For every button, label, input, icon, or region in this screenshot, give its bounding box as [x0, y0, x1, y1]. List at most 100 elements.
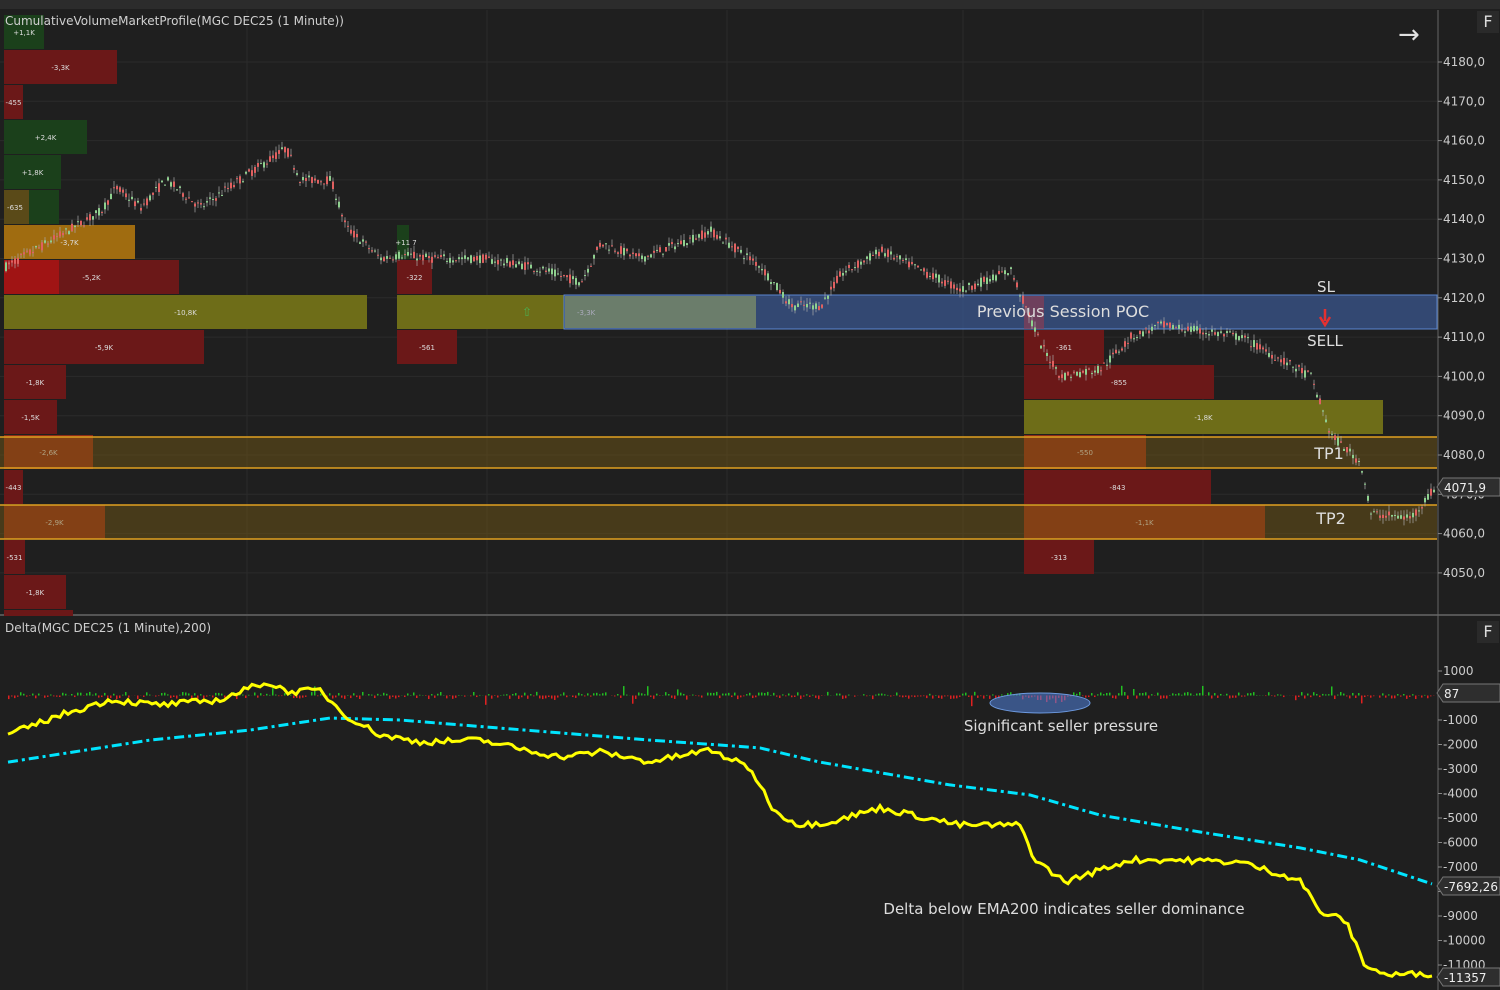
- candle-body: [1082, 370, 1084, 373]
- profile-left-row-label: -1,8K: [26, 589, 45, 597]
- candle-body: [449, 257, 451, 263]
- candle-body: [1427, 493, 1429, 500]
- delta-bar: [476, 695, 478, 698]
- delta-bar: [299, 695, 301, 699]
- candle-body: [686, 243, 688, 246]
- arrow-right-icon[interactable]: →: [1398, 20, 1420, 50]
- candle-body: [23, 252, 25, 255]
- price-pane-f-button[interactable]: F: [1477, 11, 1499, 33]
- price-axes[interactable]: 4180,0 4170,0 4160,0 4150,0 4140,0 4130,0 4120…: [1436, 10, 1500, 990]
- chart-canvas[interactable]: +1,1K -3,3K -455 +2,4K +1,8K -3,7K -5,2K -10,8K…: [0, 0, 1500, 990]
- delta-bar: [1307, 693, 1309, 696]
- candle-body: [791, 304, 793, 308]
- delta-bar: [842, 695, 844, 699]
- delta-pane-f-button[interactable]: F: [1477, 621, 1499, 643]
- delta-bar: [86, 693, 88, 696]
- candle-body: [1199, 328, 1201, 334]
- delta-bar: [1091, 693, 1093, 696]
- candle-body: [833, 281, 835, 289]
- candle-body: [785, 301, 787, 304]
- candle-body: [188, 197, 190, 199]
- candle-body: [1226, 331, 1228, 334]
- candle-body: [515, 264, 517, 268]
- delta-bar: [719, 695, 721, 699]
- delta-bar: [977, 695, 979, 698]
- delta-bar: [971, 695, 973, 707]
- candle-body: [1058, 375, 1060, 378]
- candle-body: [704, 232, 706, 238]
- candle-body: [86, 217, 88, 220]
- delta-bar: [1211, 695, 1213, 699]
- candle-body: [602, 244, 604, 247]
- candle-body: [632, 252, 634, 255]
- seller-dominance-note: Delta below EMA200 indicates seller domi…: [883, 900, 1244, 918]
- candle-body: [215, 198, 217, 201]
- delta-bar: [1103, 694, 1105, 696]
- delta-bar: [305, 695, 307, 697]
- candle-body: [650, 254, 652, 258]
- candle-body: [1274, 359, 1276, 361]
- delta-bar: [356, 695, 358, 698]
- delta-bar: [290, 694, 292, 696]
- candle-body: [365, 241, 367, 243]
- delta-bar: [119, 695, 121, 699]
- candle-body: [1016, 282, 1018, 288]
- candle-body: [824, 297, 826, 299]
- candle-body: [854, 267, 856, 269]
- candle-body: [608, 249, 610, 251]
- delta-bar: [623, 686, 625, 696]
- candle-body: [623, 247, 625, 256]
- delta-bar: [257, 695, 259, 698]
- candle-body: [305, 178, 307, 181]
- candle-body: [392, 259, 394, 261]
- candle-body: [842, 272, 844, 276]
- candle-body: [95, 210, 97, 213]
- delta-bar: [902, 695, 904, 698]
- candle-body: [1178, 324, 1180, 329]
- profile-left-row-label: +1,1K: [13, 29, 35, 37]
- candle-body: [1247, 337, 1249, 339]
- delta-bar: [806, 694, 808, 696]
- delta-bar: [515, 693, 517, 696]
- delta-bar: [374, 695, 376, 699]
- candle-body: [521, 263, 523, 270]
- candle-body: [143, 203, 145, 205]
- delta-bar: [1133, 689, 1135, 696]
- delta-bar: [389, 695, 391, 699]
- candle-body: [668, 243, 670, 246]
- candle-body: [611, 245, 613, 247]
- delta-bar: [62, 692, 64, 696]
- candle-body: [203, 206, 205, 208]
- delta-bar: [32, 693, 34, 696]
- delta-bar: [1394, 695, 1396, 699]
- candle-body: [1190, 326, 1192, 332]
- delta-bar: [698, 695, 700, 697]
- delta-bar: [785, 695, 787, 697]
- candle-body: [1118, 351, 1120, 353]
- profile-left-row-label: -531: [7, 554, 23, 562]
- candle-body: [404, 254, 406, 256]
- delta-bar: [1217, 695, 1219, 698]
- candle-body: [518, 261, 520, 265]
- candle-body: [740, 249, 742, 253]
- candle-body: [32, 251, 34, 254]
- candle-body: [317, 179, 319, 184]
- candle-body: [614, 250, 616, 252]
- candle-body: [1292, 366, 1294, 368]
- candle-body: [101, 211, 103, 213]
- candle-body: [89, 214, 91, 221]
- candle-body: [284, 147, 286, 153]
- delta-bar: [497, 695, 499, 698]
- top-bar: [0, 0, 1500, 9]
- candle-body: [410, 253, 412, 255]
- profile-mid-row-label: -3,3K: [577, 309, 596, 317]
- delta-bar: [758, 692, 760, 696]
- candle-body: [1031, 320, 1033, 327]
- delta-bar: [773, 692, 775, 696]
- delta-bar: [14, 695, 16, 699]
- delta-bar: [1313, 692, 1315, 696]
- delta-bar: [479, 694, 481, 696]
- candle-body: [731, 246, 733, 248]
- candle-body: [1157, 321, 1159, 324]
- delta-bar: [914, 695, 916, 698]
